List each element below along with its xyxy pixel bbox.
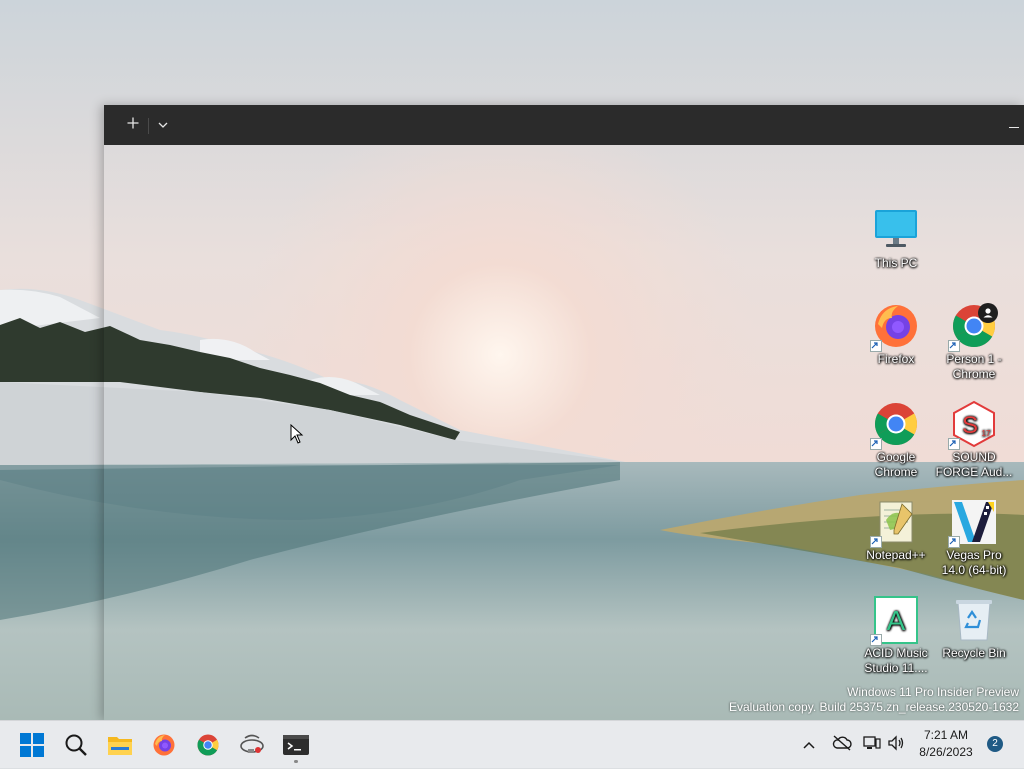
vegas-pro-icon [948,498,998,548]
desktop-icon-this-pc[interactable]: This PC [857,206,935,271]
watermark-build: Evaluation copy. Build 25375.zn_release.… [729,700,1019,714]
svg-text:17: 17 [982,429,991,438]
search-icon [64,733,88,757]
svg-text:A: A [887,605,906,636]
desktop-icon-label: Vegas Pro 14.0 (64-bit) [941,548,1007,577]
shortcut-arrow-icon [870,340,882,352]
desktop-icon-notepadpp[interactable]: Notepad++ [857,498,935,563]
windows-watermark: Windows 11 Pro Insider Preview Evaluatio… [729,685,1019,715]
new-tab-button[interactable] [120,105,146,145]
watermark-edition: Windows 11 Pro Insider Preview [847,685,1019,699]
desktop-icon-google-chrome[interactable]: Google Chrome [857,400,935,480]
notepadpp-icon [870,498,920,548]
desktop-icon-label: Person 1 - Chrome [946,352,1002,381]
running-indicator [294,760,298,763]
desktop-icon-vegas-pro[interactable]: Vegas Pro 14.0 (64-bit) [935,498,1013,578]
recycle-bin-icon [950,596,998,644]
notification-badge[interactable]: 2 [987,736,1003,752]
desktop-icon-sound-forge[interactable]: S 17 SOUND FORGE Aud... [935,400,1013,480]
desktop-icon-label: SOUND FORGE Aud... [935,450,1013,479]
minimize-button[interactable] [1004,105,1024,145]
desktop-icon-label: Notepad++ [866,548,926,562]
firefox-icon [152,733,176,757]
shortcut-arrow-icon [948,438,960,450]
taskbar-chrome[interactable] [188,725,228,765]
search-button[interactable] [56,725,96,765]
tab-dropdown-button[interactable] [152,105,174,145]
chevron-up-icon [803,736,815,754]
chevron-down-icon [158,116,168,134]
network-icon [863,735,881,756]
desktop-icon-acid[interactable]: A ACID Music Studio 11.... [857,596,935,676]
cloud-offline-icon [832,734,852,756]
minimize-icon [1009,116,1019,134]
mouse-cursor-icon [290,423,304,449]
windows-logo-icon [20,733,44,757]
network-tool-icon [239,733,265,757]
clock[interactable]: 7:21 AM 8/26/2023 [908,727,984,761]
sound-forge-icon: S 17 [948,400,998,450]
onedrive-button[interactable] [830,721,854,769]
taskbar-file-explorer[interactable] [100,725,140,765]
folder-icon [107,734,133,756]
show-hidden-icons-button[interactable] [798,721,820,769]
plus-icon [127,116,139,134]
desktop-icon-label: Google Chrome [874,450,918,479]
desktop-icon-person1-chrome[interactable]: Person 1 - Chrome [935,302,1013,382]
svg-text:S: S [962,412,978,439]
start-button[interactable] [12,725,52,765]
network-status-button[interactable] [860,721,884,769]
shortcut-arrow-icon [948,536,960,548]
terminal-icon [283,735,309,755]
firefox-icon [870,302,920,352]
desktop-icon-firefox[interactable]: Firefox [857,302,935,367]
desktop-icon-label: Firefox [877,352,915,366]
chrome-icon [870,400,920,450]
desktop-icon-label: This PC [874,256,918,270]
shortcut-arrow-icon [948,340,960,352]
acid-icon: A [870,596,920,646]
terminal-titlebar[interactable] [104,105,1024,145]
titlebar-separator [148,118,149,134]
chrome-profile-icon [948,302,998,352]
desktop-icon-recycle-bin[interactable]: Recycle Bin [935,596,1013,661]
shortcut-arrow-icon [870,634,882,646]
clock-date: 8/26/2023 [919,745,973,759]
taskbar-network-tool[interactable] [232,725,272,765]
taskbar[interactable]: 7:21 AM 8/26/2023 [0,720,1024,768]
desktop-icon-label: Recycle Bin [942,646,1006,660]
taskbar-firefox[interactable] [144,725,184,765]
clock-time: 7:21 AM [923,728,969,742]
speaker-icon [887,734,905,756]
chrome-icon [196,733,220,757]
monitor-icon [872,206,920,254]
taskbar-terminal[interactable] [276,725,316,765]
volume-button[interactable] [884,721,908,769]
shortcut-arrow-icon [870,536,882,548]
shortcut-arrow-icon [870,438,882,450]
desktop-icon-label: ACID Music Studio 11.... [864,646,928,675]
